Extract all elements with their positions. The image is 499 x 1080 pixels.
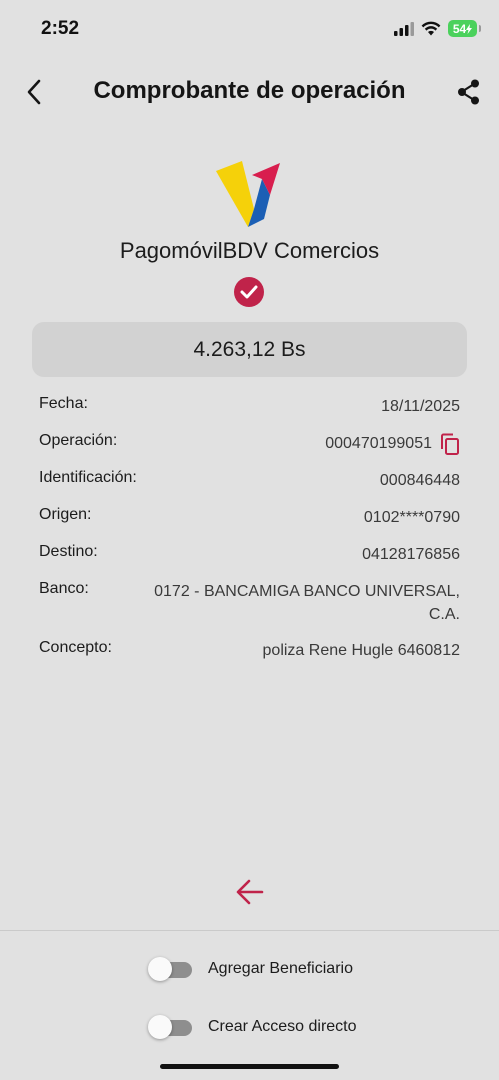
- arrow-left-icon[interactable]: [235, 878, 265, 906]
- detail-row-operacion: Operación: 000470199051: [39, 432, 460, 456]
- brand-name: PagomóvilBDV Comercios: [119, 238, 380, 263]
- share-icon: [458, 79, 479, 105]
- toggle-row-crear-acceso-directo: Crear Acceso directo: [148, 1014, 357, 1040]
- detail-label: Identificación:: [39, 469, 137, 486]
- status-bar: 2:52 54: [0, 0, 499, 60]
- page-title: Comprobante de operación: [93, 77, 406, 104]
- detail-value-with-copy: 000470199051: [325, 432, 460, 455]
- header: Comprobante de operación: [0, 66, 499, 118]
- divider: [0, 930, 499, 931]
- detail-row-fecha: Fecha: 18/11/2025: [39, 395, 460, 419]
- home-indicator[interactable]: [160, 1064, 339, 1069]
- detail-value: 04128176856: [362, 546, 460, 563]
- toggle-knob: [148, 1015, 172, 1039]
- detail-label: Fecha:: [39, 395, 88, 412]
- success-check-icon: [234, 277, 264, 307]
- detail-label: Destino:: [39, 543, 98, 560]
- toggle-row-agregar-beneficiario: Agregar Beneficiario: [148, 956, 353, 982]
- battery-level: 54: [452, 21, 467, 36]
- toggle-knob: [148, 957, 172, 981]
- amount-value: 4.263,12 Bs: [193, 337, 306, 361]
- detail-value: 000846448: [379, 472, 460, 489]
- detail-label: Origen:: [39, 506, 92, 523]
- operation-number: 000470199051: [325, 435, 432, 452]
- detail-label: Operación:: [39, 432, 118, 449]
- crear-acceso-directo-toggle[interactable]: [148, 1015, 192, 1039]
- detail-row-destino: Destino: 04128176856: [39, 543, 460, 567]
- detail-label: Concepto:: [39, 639, 112, 656]
- detail-value: 18/11/2025: [381, 398, 460, 415]
- status-time: 2:52: [41, 18, 80, 39]
- detail-label: Banco:: [39, 580, 89, 597]
- copy-icon[interactable]: [440, 433, 460, 455]
- detail-row-origen: Origen: 0102****0790: [39, 506, 460, 530]
- wifi-icon: [421, 21, 441, 36]
- detail-row-concepto: Concepto: poliza Rene Hugle 6460812: [39, 639, 460, 663]
- agregar-beneficiario-toggle[interactable]: [148, 957, 192, 981]
- cellular-signal-icon: [394, 21, 414, 36]
- detail-row-banco: Banco: 0172 - BANCAMIGA BANCO UNIVERSAL,…: [39, 580, 460, 626]
- charging-bolt-icon: [466, 23, 473, 34]
- toggle-label: Agregar Beneficiario: [208, 960, 353, 977]
- toggle-label: Crear Acceso directo: [208, 1018, 357, 1035]
- operation-details: Fecha: 18/11/2025 Operación: 00047019905…: [39, 395, 460, 676]
- share-button[interactable]: [455, 78, 483, 106]
- detail-value: 0172 - BANCAMIGA BANCO UNIVERSAL, C.A.: [154, 583, 460, 623]
- status-icons: 54: [394, 20, 481, 37]
- detail-value: poliza Rene Hugle 6460812: [262, 642, 460, 659]
- pagomovil-logo: [216, 161, 280, 227]
- detail-row-identificacion: Identificación: 000846448: [39, 469, 460, 493]
- detail-value: 0102****0790: [363, 509, 460, 526]
- amount-box: 4.263,12 Bs: [32, 322, 467, 377]
- battery-icon: 54: [448, 20, 481, 37]
